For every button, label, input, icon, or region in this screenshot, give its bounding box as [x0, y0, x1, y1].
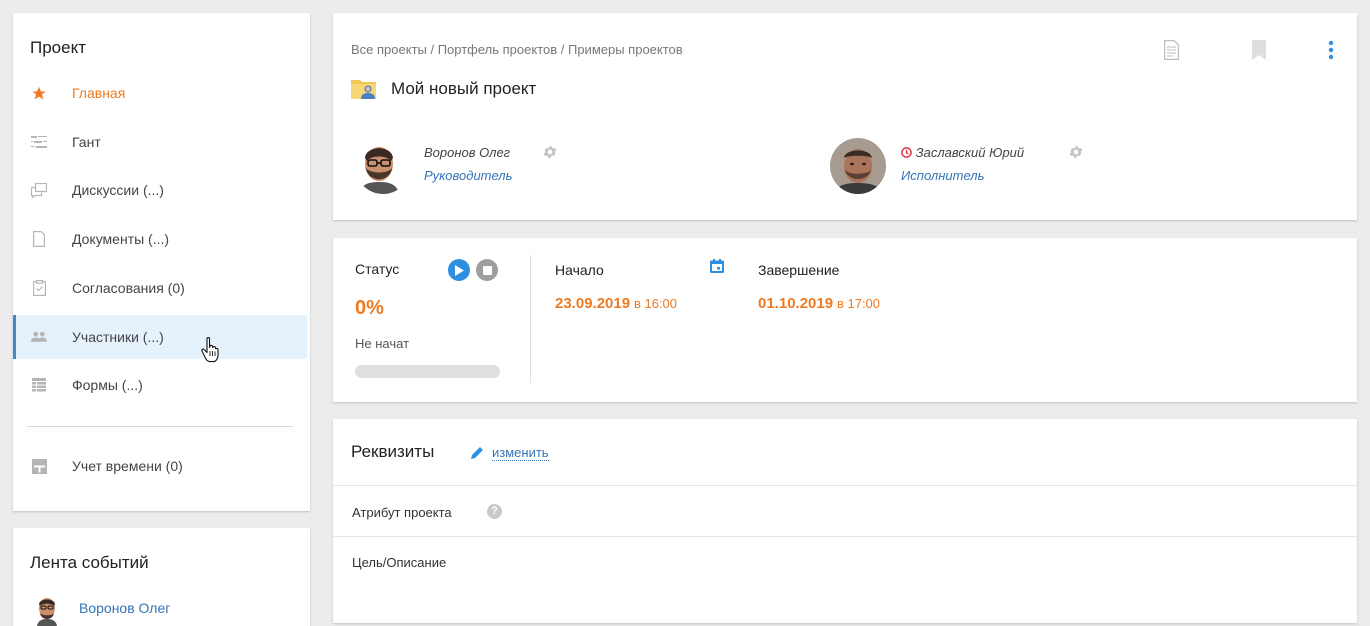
start-date[interactable]: 23.09.2019 в 16:00 [555, 295, 677, 312]
executor-name: Заславский Юрий [901, 145, 1024, 160]
executor-name-text: Заславский Юрий [915, 145, 1025, 160]
gear-icon[interactable] [542, 144, 558, 160]
requisites-title: Реквизиты [351, 442, 435, 461]
help-icon[interactable]: ? [487, 504, 502, 519]
edit-requisites-button[interactable]: изменить [470, 445, 549, 461]
sidebar-divider [27, 426, 293, 427]
document-icon [31, 231, 47, 247]
start-label: Начало [555, 262, 604, 278]
status-divider [530, 255, 531, 383]
attribute-row: Атрибут проекта ? [333, 485, 1357, 536]
pencil-icon [471, 447, 483, 459]
attribute-label: Атрибут проекта [352, 505, 452, 520]
sidebar-item-label: Формы (...) [72, 377, 143, 393]
gear-icon[interactable] [1068, 144, 1084, 160]
participants-icon [31, 329, 47, 345]
project-sidebar: Проект Главная Гант Дискуссии (...) Доку… [13, 13, 310, 511]
avatar [830, 138, 886, 194]
avatar [37, 598, 57, 626]
end-date-value: 01.10.2019 [758, 295, 834, 312]
sidebar-item-discussions[interactable]: Дискуссии (...) [13, 168, 307, 212]
sidebar-item-label: Дискуссии (...) [72, 182, 164, 198]
sidebar-item-gantt[interactable]: Гант [13, 120, 307, 164]
avatar [355, 138, 411, 194]
end-label: Завершение [758, 262, 840, 278]
sidebar-item-label: Главная [72, 85, 126, 101]
start-date-value: 23.09.2019 [555, 295, 631, 312]
sidebar-item-time-tracking[interactable]: Учет времени (0) [13, 444, 307, 488]
hand-cursor-icon [201, 337, 219, 363]
more-vertical-icon[interactable] [1321, 38, 1341, 62]
start-time-value: в 16:00 [633, 296, 678, 311]
calendar-icon[interactable] [710, 259, 724, 276]
page-title: Мой новый проект [391, 79, 537, 98]
status-label: Статус [355, 261, 400, 277]
forms-icon [31, 377, 47, 393]
bookmark-icon[interactable] [1249, 38, 1269, 62]
sidebar-item-forms[interactable]: Формы (...) [13, 363, 307, 407]
feed-title: Лента событий [30, 553, 149, 572]
project-header: Все проекты / Портфель проектов / Пример… [333, 13, 1357, 220]
project-title-row: Мой новый проект [351, 77, 536, 101]
edit-link[interactable]: изменить [492, 445, 549, 461]
sidebar-item-documents[interactable]: Документы (...) [13, 217, 307, 261]
manager-name: Воронов Олег [424, 145, 511, 160]
feed-item[interactable]: Воронов Олег [35, 596, 170, 626]
sidebar-item-participants[interactable]: Участники (...) [13, 315, 307, 359]
breadcrumb[interactable]: Все проекты / Портфель проектов / Пример… [351, 42, 683, 57]
gantt-icon [31, 134, 47, 150]
status-percent: 0% [355, 297, 384, 319]
sidebar-title: Проект [30, 38, 86, 57]
sidebar-item-label: Документы (...) [72, 231, 170, 247]
sidebar-item-label: Согласования (0) [72, 280, 185, 296]
stop-icon[interactable] [476, 259, 498, 281]
requisites-card: Реквизиты изменить Атрибут проекта ? Цел… [333, 419, 1357, 623]
discussion-icon [31, 182, 47, 198]
end-time-value: в 17:00 [836, 296, 881, 311]
goal-row: Цель/Описание [333, 536, 1357, 623]
sidebar-item-label: Гант [72, 134, 101, 150]
end-date[interactable]: 01.10.2019 в 17:00 [758, 295, 880, 312]
progress-bar [355, 365, 500, 378]
sidebar-item-label: Участники (...) [72, 329, 164, 345]
approval-icon [31, 280, 47, 296]
time-tracking-icon [31, 458, 47, 474]
sidebar-item-approvals[interactable]: Согласования (0) [13, 266, 307, 310]
status-card: Статус 0% Не начат Начало 23.09.2019 в 1… [333, 238, 1357, 402]
star-icon [31, 85, 47, 101]
project-folder-icon [351, 80, 376, 99]
clock-icon [901, 147, 912, 158]
report-icon[interactable] [1161, 38, 1181, 62]
executor-role-link[interactable]: Исполнитель [901, 168, 984, 183]
play-icon[interactable] [448, 259, 470, 281]
event-feed: Лента событий Воронов Олег [13, 528, 310, 626]
status-state: Не начат [355, 336, 410, 351]
goal-label: Цель/Описание [352, 555, 447, 570]
sidebar-item-main[interactable]: Главная [13, 71, 307, 115]
feed-user-name[interactable]: Воронов Олег [79, 600, 170, 616]
manager-role-link[interactable]: Руководитель [424, 168, 512, 183]
sidebar-item-label: Учет времени (0) [72, 458, 183, 474]
